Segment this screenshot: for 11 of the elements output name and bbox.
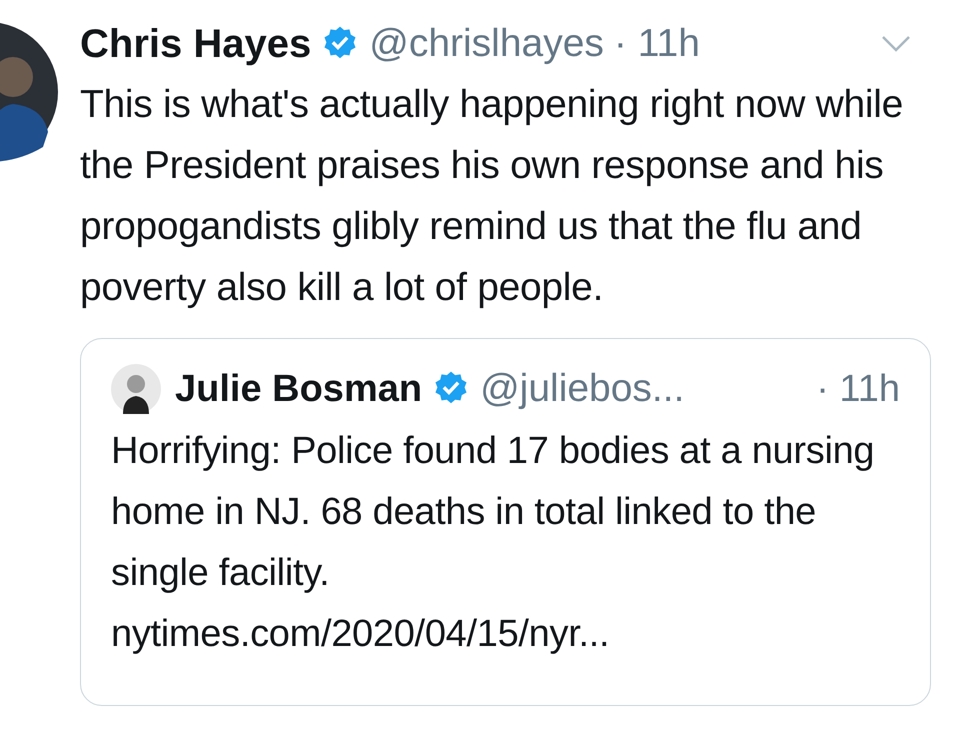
quoted-tweet-card[interactable]: Julie Bosman @juliebos... · 11h Horrifying: Police found 17 bodies at a nursing home in NJ. 68 deaths in total linked to the single facility. nytimes.com/2020/04/15/nyr... <box>80 338 931 706</box>
timestamp: · 11h <box>614 22 700 66</box>
author-name: Julie Bosman <box>175 368 422 410</box>
author-name[interactable]: Chris Hayes <box>80 22 312 66</box>
avatar <box>111 364 161 414</box>
author-handle: @juliebos... <box>480 367 684 411</box>
quoted-text: Horrifying: Police found 17 bodies at a nursing home in NJ. 68 deaths in total linked to the single facility. <box>111 429 876 596</box>
tweet-text: This is what's actually happening right now while the President praises his own response and his propogandists glibly remind us that the flu and poverty also kill a lot of people. <box>80 82 904 311</box>
link-text[interactable]: nytimes.com/2020/04/15/nyr... <box>111 604 900 665</box>
author-handle: @chrislhayes <box>369 22 604 66</box>
timestamp: · 11h <box>816 368 900 410</box>
